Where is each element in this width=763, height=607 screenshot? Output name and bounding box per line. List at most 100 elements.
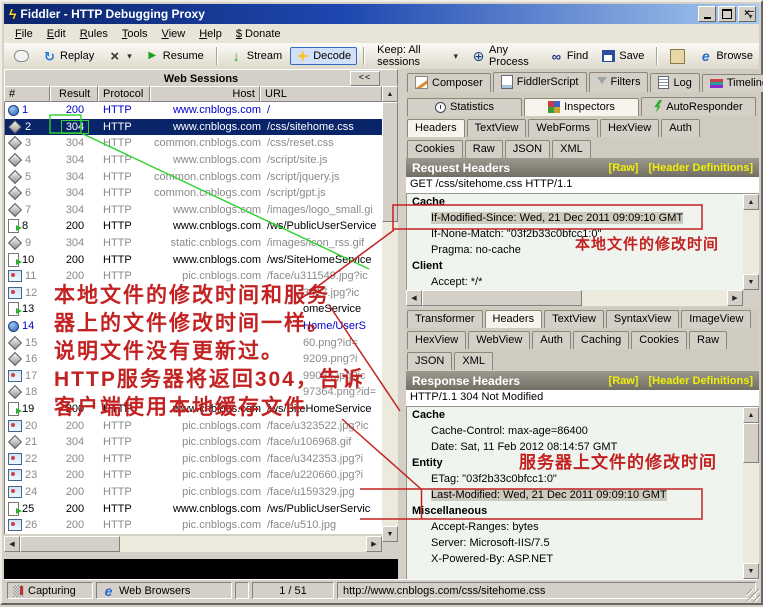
any-process-button[interactable]: Any Process	[466, 41, 542, 71]
session-row[interactable]: 5 304 HTTP common.cnblogs.com/script/jquery…	[5, 168, 383, 185]
menu-item-edit[interactable]: Edit	[40, 26, 73, 42]
scroll-up-icon[interactable]: ▲	[382, 86, 398, 102]
header-item[interactable]: Server: Microsoft-IIS/7.5	[407, 535, 759, 551]
request-tab-xml[interactable]: XML	[552, 140, 591, 158]
maximize-button[interactable]	[718, 6, 736, 22]
session-row[interactable]: 24 200 HTTP pic.cnblogs.com/face/u159329.jp…	[5, 484, 383, 501]
request-tab-raw[interactable]: Raw	[464, 140, 503, 158]
response-tab-hexview[interactable]: HexView	[407, 331, 467, 349]
menu-item-rules[interactable]: Rules	[73, 26, 115, 42]
request-tab-textview[interactable]: TextView	[466, 119, 527, 137]
tab-composer[interactable]: Composer	[407, 73, 491, 92]
scroll-right-icon[interactable]: ▶	[727, 290, 743, 306]
session-row[interactable]: 20 200 HTTP pic.cnblogs.com/face/u323522.jp…	[5, 417, 383, 434]
session-row[interactable]: 15 60.png?id=	[5, 334, 383, 351]
scrollbar-thumb[interactable]	[382, 102, 398, 222]
title-bar[interactable]: ϟ Fiddler - HTTP Debugging Proxy ×	[4, 4, 759, 24]
session-row[interactable]: 26 200 HTTP pic.cnblogs.com/face/u510.jpg	[5, 517, 383, 534]
header-item[interactable]: Date: Sat, 11 Feb 2012 08:14:57 GMT	[407, 439, 759, 455]
quickexec-input[interactable]	[4, 559, 398, 579]
menu-item-help[interactable]: Help	[192, 26, 229, 42]
response-tab-xml[interactable]: XML	[454, 352, 493, 370]
decode-button[interactable]: Decode	[290, 47, 358, 65]
tab-autoresponder[interactable]: AutoResponder	[641, 97, 756, 116]
clipboard-button[interactable]	[664, 46, 691, 67]
request-tab-hexview[interactable]: HexView	[600, 119, 660, 137]
sessions-vertical-scrollbar[interactable]: ▲ ▼	[382, 86, 398, 542]
column-header-host[interactable]: Host	[150, 86, 260, 102]
scroll-right-icon[interactable]: ▶	[366, 536, 382, 552]
process-filter-indicator[interactable]: Web Browsers	[96, 582, 232, 599]
tab-fiddlerscript[interactable]: FiddlerScript	[492, 72, 587, 92]
scrollbar-thumb[interactable]	[422, 290, 582, 306]
collapse-panel-button[interactable]: <<	[350, 71, 380, 86]
delete-button[interactable]	[102, 46, 138, 66]
raw-link[interactable]: [Raw]	[609, 162, 639, 174]
session-row[interactable]: 4 304 HTTP www.cnblogs.com/script/site.js	[5, 152, 383, 169]
session-row[interactable]: 19 200 HTTP www.cnblogs.com/ws/SiteHomeServ…	[5, 401, 383, 418]
response-tab-raw[interactable]: Raw	[689, 331, 728, 349]
request-vertical-scrollbar[interactable]: ▲ ▼	[743, 194, 759, 290]
session-row[interactable]: 7 304 HTTP www.cnblogs.com/images/logo_smal…	[5, 202, 383, 219]
session-row[interactable]: 17 99034.jpg?ic	[5, 368, 383, 385]
scroll-left-icon[interactable]: ◀	[406, 290, 422, 306]
replay-button[interactable]: Replay	[37, 46, 100, 66]
scroll-left-icon[interactable]: ◀	[4, 536, 20, 552]
session-row[interactable]: 18 97364.png?id=	[5, 384, 383, 401]
tab-inspectors[interactable]: Inspectors	[524, 98, 639, 116]
scroll-up-icon[interactable]: ▲	[743, 407, 759, 423]
response-tab-imageview[interactable]: ImageView	[681, 310, 752, 328]
session-row[interactable]: 21 304 HTTP pic.cnblogs.com/face/u106968.gi…	[5, 434, 383, 451]
response-tab-cookies[interactable]: Cookies	[631, 331, 688, 349]
session-row[interactable]: 23 200 HTTP pic.cnblogs.com/face/u220660.jp…	[5, 467, 383, 484]
tab-filters[interactable]: Filters	[588, 72, 649, 92]
session-row[interactable]: 14 Home/UserS	[5, 318, 383, 335]
session-row[interactable]: 12 3417.jpg?ic	[5, 285, 383, 302]
tab-statistics[interactable]: Statistics	[407, 98, 522, 116]
response-tab-json[interactable]: JSON	[407, 352, 453, 370]
scroll-up-icon[interactable]: ▲	[743, 194, 759, 210]
response-tab-webview[interactable]: WebView	[468, 331, 531, 349]
session-row[interactable]: 16 9209.png?i	[5, 351, 383, 368]
menu-item-file[interactable]: File	[8, 26, 40, 42]
request-tab-webforms[interactable]: WebForms	[528, 119, 598, 137]
request-horizontal-scrollbar[interactable]: ◀ ▶	[406, 290, 743, 306]
header-definitions-link[interactable]: [Header Definitions]	[648, 162, 753, 174]
column-header-num[interactable]: #	[4, 86, 50, 102]
raw-link[interactable]: [Raw]	[609, 375, 639, 387]
find-button[interactable]: Find	[544, 46, 594, 66]
session-row[interactable]: 6 304 HTTP common.cnblogs.com/script/gpt.js	[5, 185, 383, 202]
stream-button[interactable]: Stream	[224, 46, 288, 66]
request-tab-headers[interactable]: Headers	[407, 119, 465, 137]
resize-grip[interactable]	[747, 589, 760, 602]
request-tab-cookies[interactable]: Cookies	[407, 140, 463, 158]
resume-button[interactable]: Resume	[140, 46, 210, 66]
header-item[interactable]: Pragma: no-cache	[407, 242, 759, 258]
session-row[interactable]: 2 304 HTTP www.cnblogs.com/css/sitehome.css	[5, 118, 383, 136]
menu-item-tools[interactable]: Tools	[115, 26, 155, 42]
scroll-down-icon[interactable]: ▼	[743, 274, 759, 290]
column-header-result[interactable]: Result	[50, 86, 98, 102]
column-header-protocol[interactable]: Protocol	[98, 86, 150, 102]
sessions-horizontal-scrollbar[interactable]: ◀ ▶	[4, 536, 382, 552]
response-vertical-scrollbar[interactable]: ▲ ▼	[743, 407, 759, 579]
header-item[interactable]: X-Powered-By: ASP.NET	[407, 551, 759, 567]
session-row[interactable]: 10 200 HTTP www.cnblogs.com/ws/SiteHomeServ…	[5, 251, 383, 268]
capturing-indicator[interactable]: Capturing	[7, 582, 93, 599]
response-tab-syntaxview[interactable]: SyntaxView	[605, 310, 680, 328]
response-tab-auth[interactable]: Auth	[532, 331, 571, 349]
header-item[interactable]: If-None-Match: "03f2b33c0bfcc1:0"	[407, 226, 759, 242]
session-row[interactable]: 22 200 HTTP pic.cnblogs.com/face/u342353.jp…	[5, 450, 383, 467]
scroll-down-icon[interactable]: ▼	[743, 563, 759, 579]
session-row[interactable]: 3 304 HTTP common.cnblogs.com/css/reset.css	[5, 135, 383, 152]
session-row[interactable]: 11 200 HTTP pic.cnblogs.com/face/u311549.jp…	[5, 268, 383, 285]
scrollbar-thumb[interactable]	[743, 423, 759, 463]
header-definitions-link[interactable]: [Header Definitions]	[648, 375, 753, 387]
header-item[interactable]: Cache-Control: max-age=86400	[407, 423, 759, 439]
scrollbar-thumb[interactable]	[20, 536, 120, 552]
session-row[interactable]: 9 304 HTTP static.cnblogs.com/images/icon_r…	[5, 235, 383, 252]
minimize-button[interactable]	[698, 6, 716, 22]
keep-all-sessions-button[interactable]: Keep: All sessions	[371, 41, 464, 71]
session-row[interactable]: 13 omeService	[5, 301, 383, 318]
menu-item-donate[interactable]: $ Donate	[229, 26, 288, 42]
